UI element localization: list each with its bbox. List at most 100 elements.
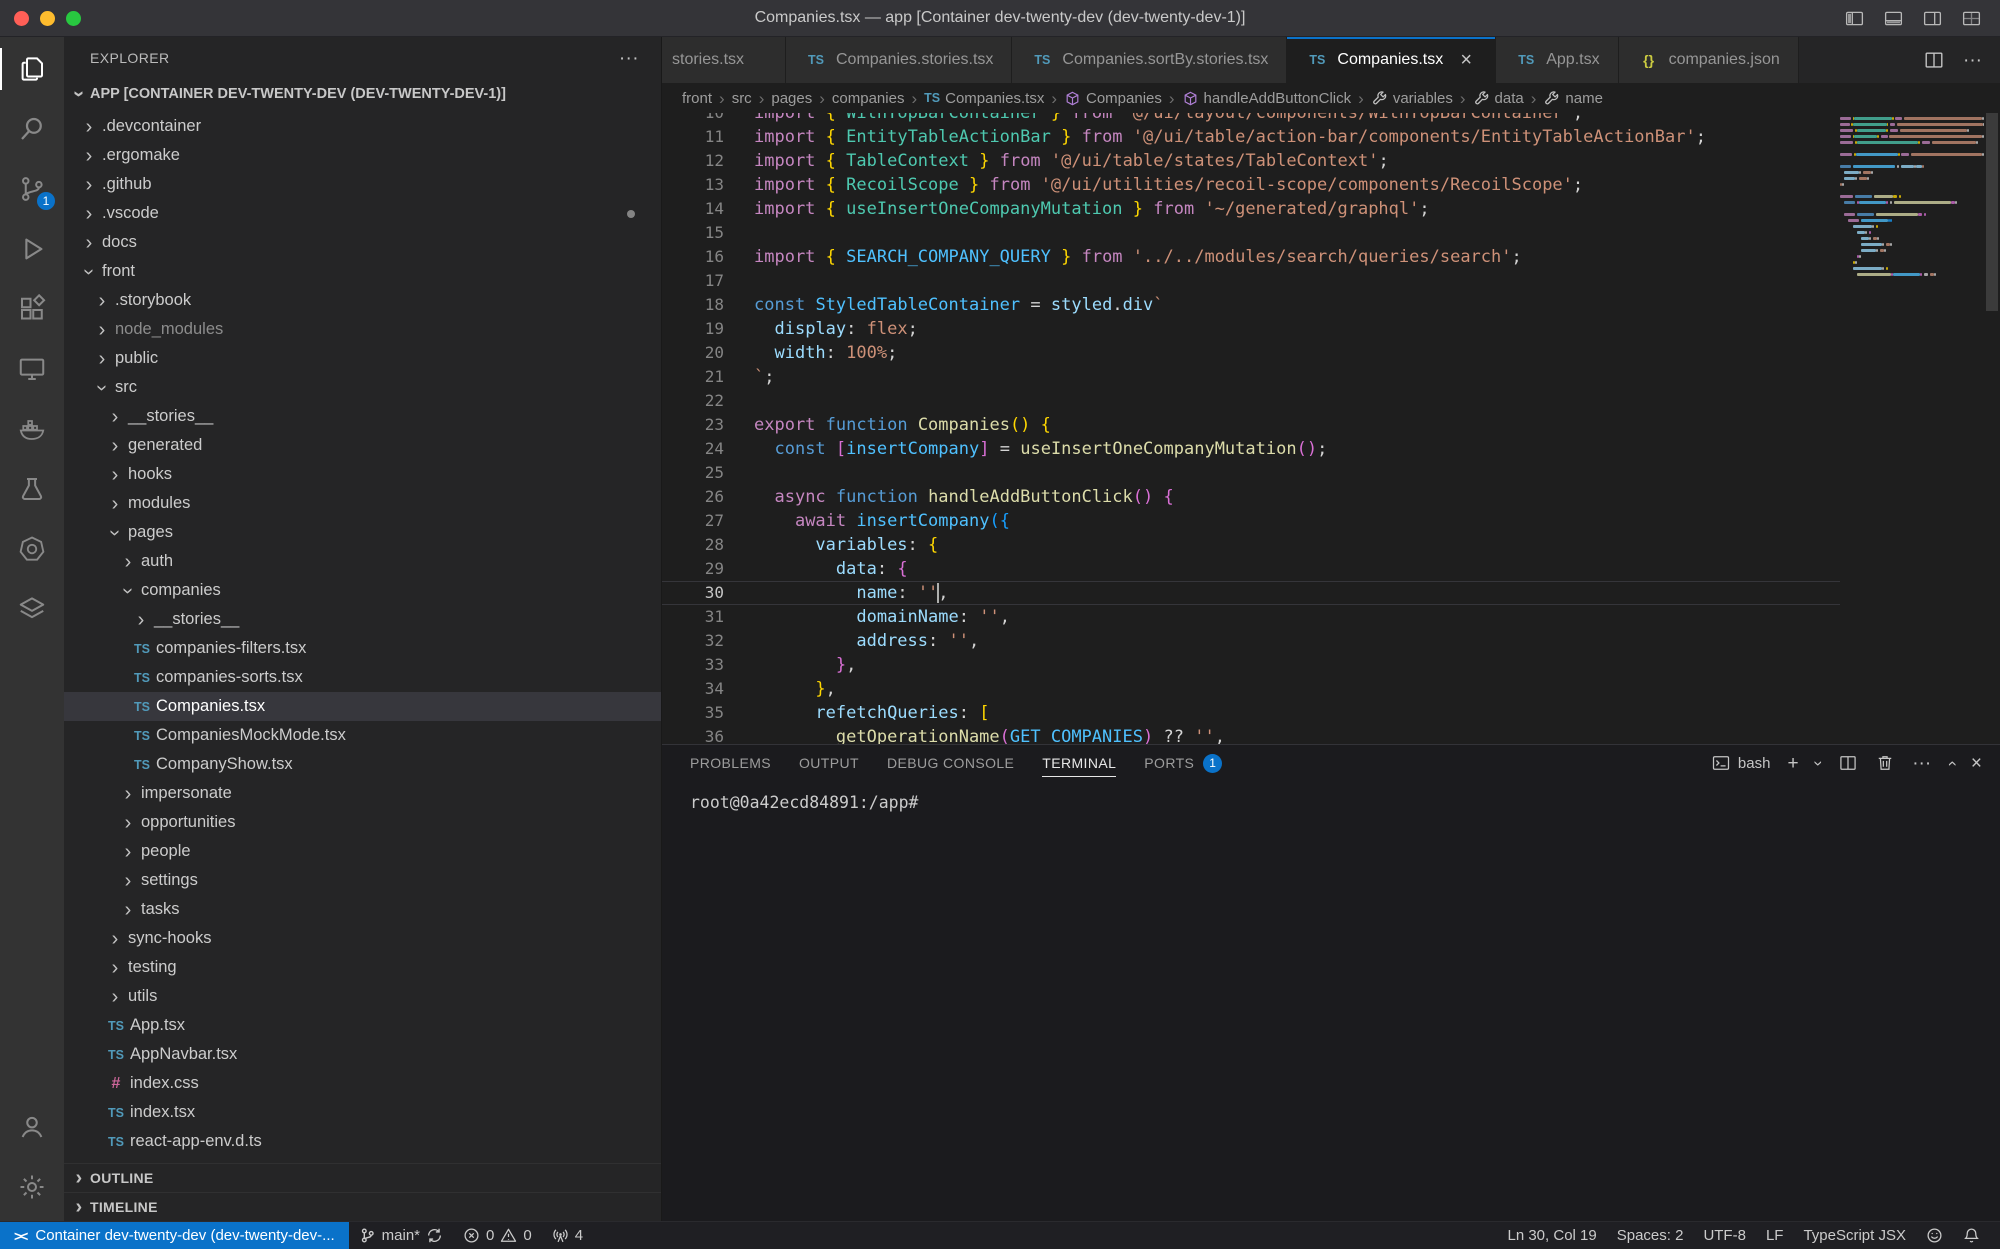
problems-status[interactable]: 0 0 bbox=[453, 1222, 542, 1249]
tree-item-.github[interactable]: ›.github bbox=[64, 170, 661, 199]
panel-tab-terminal[interactable]: TERMINAL bbox=[1042, 745, 1116, 781]
indentation-status[interactable]: Spaces: 2 bbox=[1607, 1222, 1694, 1249]
tree-item-index.css[interactable]: #index.css bbox=[64, 1069, 661, 1098]
breadcrumb-companies[interactable]: companies bbox=[832, 90, 905, 107]
tree-item-opportunities[interactable]: ›opportunities bbox=[64, 808, 661, 837]
tree-item-index.tsx[interactable]: TSindex.tsx bbox=[64, 1098, 661, 1127]
minimize-window-button[interactable] bbox=[40, 11, 55, 26]
tree-item-people[interactable]: ›people bbox=[64, 837, 661, 866]
activity-testing[interactable] bbox=[0, 459, 64, 519]
close-tab-icon[interactable]: × bbox=[1455, 49, 1477, 71]
tree-item-impersonate[interactable]: ›impersonate bbox=[64, 779, 661, 808]
encoding-status[interactable]: UTF-8 bbox=[1693, 1222, 1756, 1249]
language-mode[interactable]: TypeScript JSX bbox=[1793, 1222, 1916, 1249]
tree-item-src[interactable]: ›src bbox=[64, 373, 661, 402]
code-lines[interactable]: 10import { WithTopBarContainer } from '@… bbox=[662, 113, 1840, 744]
ports-status[interactable]: 4 bbox=[542, 1222, 593, 1249]
breadcrumb-handleaddbuttonclick[interactable]: handleAddButtonClick bbox=[1182, 90, 1352, 107]
activity-extensions[interactable] bbox=[0, 279, 64, 339]
panel-tab-output[interactable]: OUTPUT bbox=[799, 745, 859, 781]
tree-item-hooks[interactable]: ›hooks bbox=[64, 460, 661, 489]
workspace-section-header[interactable]: › APP [CONTAINER DEV-TWENTY-DEV (DEV-TWE… bbox=[64, 79, 661, 109]
activity-explorer[interactable] bbox=[0, 39, 64, 99]
kill-terminal-button[interactable] bbox=[1875, 753, 1895, 773]
activity-kubernetes[interactable] bbox=[0, 519, 64, 579]
activity-docker[interactable] bbox=[0, 399, 64, 459]
activity-run-debug[interactable] bbox=[0, 219, 64, 279]
tree-item-generated[interactable]: ›generated bbox=[64, 431, 661, 460]
activity-remote-targets[interactable] bbox=[0, 579, 64, 639]
editor-more-actions-icon[interactable]: ··· bbox=[1963, 51, 1982, 70]
tab-app.tsx[interactable]: TSApp.tsx bbox=[1496, 37, 1618, 83]
panel-tab-debug-console[interactable]: DEBUG CONSOLE bbox=[887, 745, 1014, 781]
notifications-button[interactable] bbox=[1953, 1222, 1990, 1249]
panel-more-actions-icon[interactable]: ··· bbox=[1912, 754, 1931, 773]
tab-companies.stories.tsx[interactable]: TSCompanies.stories.tsx bbox=[786, 37, 1012, 83]
remote-indicator[interactable]: >< Container dev-twenty-dev (dev-twenty-… bbox=[0, 1222, 349, 1249]
tab-companies.sortby.stories.tsx[interactable]: TSCompanies.sortBy.stories.tsx bbox=[1012, 37, 1287, 83]
tree-item-companies[interactable]: ›companies bbox=[64, 576, 661, 605]
tree-item-public[interactable]: ›public bbox=[64, 344, 661, 373]
explorer-more-actions-icon[interactable]: ··· bbox=[619, 49, 639, 68]
tab-companies.json[interactable]: {}companies.json bbox=[1619, 37, 1799, 83]
activity-settings[interactable] bbox=[0, 1157, 64, 1217]
tree-item-companyshow.tsx[interactable]: TSCompanyShow.tsx bbox=[64, 750, 661, 779]
tree-item--stories-[interactable]: ›__stories__ bbox=[64, 605, 661, 634]
minimap[interactable] bbox=[1840, 113, 1984, 744]
activity-remote-explorer[interactable] bbox=[0, 339, 64, 399]
breadcrumb-companies[interactable]: Companies bbox=[1064, 90, 1162, 107]
maximize-panel-chevron-icon[interactable]: › bbox=[1943, 760, 1960, 766]
feedback-button[interactable] bbox=[1916, 1222, 1953, 1249]
scrollbar-slider[interactable] bbox=[1986, 113, 1998, 311]
split-terminal-button[interactable] bbox=[1838, 753, 1858, 773]
tree-item-node-modules[interactable]: ›node_modules bbox=[64, 315, 661, 344]
cursor-position[interactable]: Ln 30, Col 19 bbox=[1497, 1222, 1606, 1249]
zoom-window-button[interactable] bbox=[66, 11, 81, 26]
tree-item-companies.tsx[interactable]: TSCompanies.tsx bbox=[64, 692, 661, 721]
panel-tab-ports[interactable]: PORTS1 bbox=[1144, 745, 1222, 781]
tree-item-.vscode[interactable]: ›.vscode bbox=[64, 199, 661, 228]
terminal-dropdown-chevron-icon[interactable]: › bbox=[1810, 760, 1827, 766]
tab-companies.tsx[interactable]: TSCompanies.tsx× bbox=[1287, 37, 1496, 83]
tree-item-app.tsx[interactable]: TSApp.tsx bbox=[64, 1011, 661, 1040]
breadcrumb-name[interactable]: name bbox=[1543, 90, 1603, 107]
tree-item-appnavbar.tsx[interactable]: TSAppNavbar.tsx bbox=[64, 1040, 661, 1069]
activity-search[interactable] bbox=[0, 99, 64, 159]
tree-item-companies-sorts.tsx[interactable]: TScompanies-sorts.tsx bbox=[64, 663, 661, 692]
breadcrumb-companies.tsx[interactable]: TSCompanies.tsx bbox=[924, 90, 1044, 107]
tree-item-sync-hooks[interactable]: ›sync-hooks bbox=[64, 924, 661, 953]
tree-item--stories-[interactable]: ›__stories__ bbox=[64, 402, 661, 431]
tree-item-settings[interactable]: ›settings bbox=[64, 866, 661, 895]
eol-status[interactable]: LF bbox=[1756, 1222, 1794, 1249]
breadcrumb-pages[interactable]: pages bbox=[771, 90, 812, 107]
tree-item-tasks[interactable]: ›tasks bbox=[64, 895, 661, 924]
new-terminal-button[interactable]: + bbox=[1787, 754, 1798, 773]
tree-item-modules[interactable]: ›modules bbox=[64, 489, 661, 518]
terminal-shell-selector[interactable]: bash bbox=[1711, 753, 1771, 773]
close-panel-icon[interactable]: × bbox=[1971, 754, 1982, 773]
close-window-button[interactable] bbox=[14, 11, 29, 26]
toggle-secondary-sidebar-button[interactable] bbox=[1922, 8, 1943, 29]
tree-item-utils[interactable]: ›utils bbox=[64, 982, 661, 1011]
tree-item-auth[interactable]: ›auth bbox=[64, 547, 661, 576]
terminal-view[interactable]: root@0a42ecd84891:/app# bbox=[662, 781, 2000, 1221]
tree-item-front[interactable]: ›front bbox=[64, 257, 661, 286]
panel-tab-problems[interactable]: PROBLEMS bbox=[690, 745, 771, 781]
tree-item-companiesmockmode.tsx[interactable]: TSCompaniesMockMode.tsx bbox=[64, 721, 661, 750]
breadcrumb-front[interactable]: front bbox=[682, 90, 712, 107]
tree-item-companies-filters.tsx[interactable]: TScompanies-filters.tsx bbox=[64, 634, 661, 663]
toggle-primary-sidebar-button[interactable] bbox=[1844, 8, 1865, 29]
activity-source-control[interactable]: 1 bbox=[0, 159, 64, 219]
tree-item-.ergomake[interactable]: ›.ergomake bbox=[64, 141, 661, 170]
tree-item-testing[interactable]: ›testing bbox=[64, 953, 661, 982]
editor-scrollbar[interactable] bbox=[1984, 113, 2000, 744]
tree-item-.storybook[interactable]: ›.storybook bbox=[64, 286, 661, 315]
customize-layout-button[interactable] bbox=[1961, 8, 1982, 29]
tab-stories.tsx[interactable]: stories.tsx bbox=[662, 37, 786, 83]
branch-status[interactable]: main* bbox=[349, 1222, 453, 1249]
split-editor-button[interactable] bbox=[1923, 49, 1945, 71]
breadcrumb-src[interactable]: src bbox=[732, 90, 752, 107]
tree-item-docs[interactable]: ›docs bbox=[64, 228, 661, 257]
outline-section-header[interactable]: › OUTLINE bbox=[64, 1163, 661, 1192]
toggle-panel-button[interactable] bbox=[1883, 8, 1904, 29]
